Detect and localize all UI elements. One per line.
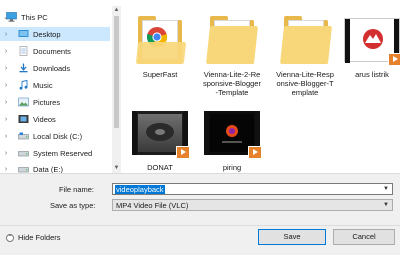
- nav-item-downloads[interactable]: › Downloads: [0, 61, 110, 75]
- file-name-input[interactable]: videoplayback ▼: [112, 183, 393, 195]
- video-thumbnail: [132, 105, 190, 161]
- video-thumbnail: [344, 12, 400, 68]
- scroll-down-icon[interactable]: ▼: [113, 165, 120, 172]
- folder-icon: [204, 12, 260, 68]
- nav-item-label: Music: [33, 80, 53, 90]
- nav-item-desktop[interactable]: › Desktop: [0, 27, 110, 41]
- file-name-value: videoplayback: [115, 185, 165, 194]
- nav-item-label: This PC: [21, 12, 48, 22]
- file-name-label: File name:: [59, 185, 95, 194]
- drive-icon: [18, 164, 29, 173]
- nav-item-system-reserved[interactable]: › System Reserved: [0, 146, 110, 160]
- chevron-right-icon[interactable]: ›: [2, 82, 10, 89]
- folder-icon: [278, 12, 334, 68]
- file-name: piring: [222, 163, 242, 172]
- hide-folders-button[interactable]: ⌃ Hide Folders: [6, 233, 61, 242]
- pictures-icon: [18, 97, 29, 107]
- nav-item-label: Downloads: [33, 63, 71, 73]
- drive-icon: [18, 148, 29, 158]
- chevron-right-icon[interactable]: ›: [2, 133, 10, 140]
- music-icon: [18, 79, 29, 90]
- downloads-icon: [18, 63, 29, 73]
- desktop-icon: [18, 29, 29, 39]
- nav-item-pictures[interactable]: › Pictures: [0, 95, 110, 109]
- play-badge-icon: [388, 53, 400, 66]
- save-type-value: MP4 Video File (VLC): [116, 201, 189, 210]
- chevron-right-icon[interactable]: ›: [2, 99, 10, 106]
- nav-item-label: System Reserved: [33, 148, 93, 158]
- file-item-superfast[interactable]: SuperFast: [121, 12, 199, 79]
- nav-item-data-e[interactable]: › Data (E:): [0, 162, 110, 174]
- file-item-arus-listrik[interactable]: arus listrik: [333, 12, 400, 79]
- file-name: DONAT: [147, 163, 173, 172]
- nav-item-label: Documents: [33, 46, 71, 56]
- play-badge-icon: [176, 146, 190, 159]
- chevron-right-icon[interactable]: ›: [2, 166, 10, 173]
- folder-icon: [132, 12, 188, 68]
- save-type-select[interactable]: MP4 Video File (VLC) ▼: [112, 199, 393, 211]
- red-logo-icon: [363, 29, 383, 49]
- nav-item-music[interactable]: › Music: [0, 78, 110, 92]
- chevron-right-icon[interactable]: ›: [2, 31, 10, 38]
- nav-item-local-disk-c[interactable]: › Local Disk (C:): [0, 129, 110, 143]
- navigation-pane: ⌄ This PC › Desktop › Documents › Downlo…: [0, 6, 112, 173]
- scroll-thumb[interactable]: [114, 16, 119, 128]
- chevron-right-icon[interactable]: ›: [2, 150, 10, 157]
- file-item-vienna-lite-2[interactable]: Vienna-Lite-2-Re sponsive-Blogger -Templat…: [193, 12, 271, 97]
- title-bar-edge: [0, 0, 400, 3]
- chevron-up-icon: ⌃: [6, 233, 14, 242]
- video-thumbnail: [204, 105, 262, 161]
- file-name: SuperFast: [142, 70, 178, 79]
- documents-icon: [18, 46, 29, 56]
- chevron-down-icon[interactable]: ▼: [380, 184, 392, 194]
- nav-item-label: Local Disk (C:): [33, 131, 83, 141]
- chevron-right-icon[interactable]: ›: [2, 48, 10, 55]
- nav-item-label: Videos: [33, 114, 56, 124]
- file-name: Vienna-Lite-2-Re sponsive-Blogger -Templat…: [203, 70, 261, 97]
- nav-item-label: Data (E:): [33, 164, 64, 174]
- chevron-down-icon[interactable]: ▼: [380, 200, 392, 210]
- save-type-label: Save as type:: [50, 201, 96, 210]
- file-item-donat[interactable]: DONAT: [121, 105, 199, 172]
- play-badge-icon: [248, 146, 262, 159]
- monitor-icon: [6, 12, 17, 22]
- nav-item-this-pc[interactable]: ⌄ This PC: [0, 10, 110, 24]
- hide-folders-label: Hide Folders: [18, 233, 61, 242]
- nav-item-documents[interactable]: › Documents: [0, 44, 110, 58]
- nav-scrollbar[interactable]: ▲ ▼: [112, 6, 121, 173]
- scroll-up-icon[interactable]: ▲: [113, 7, 120, 14]
- cancel-button[interactable]: Cancel: [333, 229, 395, 245]
- save-button[interactable]: Save: [258, 229, 326, 245]
- file-name: Vienna-Lite-Resp onsive-Blogger-T emplate: [276, 70, 334, 97]
- divider: [0, 225, 400, 226]
- drive-icon: [18, 131, 29, 141]
- nav-item-videos[interactable]: › Videos: [0, 112, 110, 126]
- file-list: SuperFast Vienna-Lite-2-Re sponsive-Blogg…: [121, 6, 400, 173]
- chevron-right-icon[interactable]: ›: [2, 65, 10, 72]
- file-item-piring[interactable]: piring: [193, 105, 271, 172]
- nav-item-label: Pictures: [33, 97, 61, 107]
- videos-icon: [18, 114, 29, 124]
- chevron-right-icon[interactable]: ›: [2, 116, 10, 123]
- file-name: arus listrik: [355, 70, 389, 79]
- nav-item-label: Desktop: [33, 29, 61, 39]
